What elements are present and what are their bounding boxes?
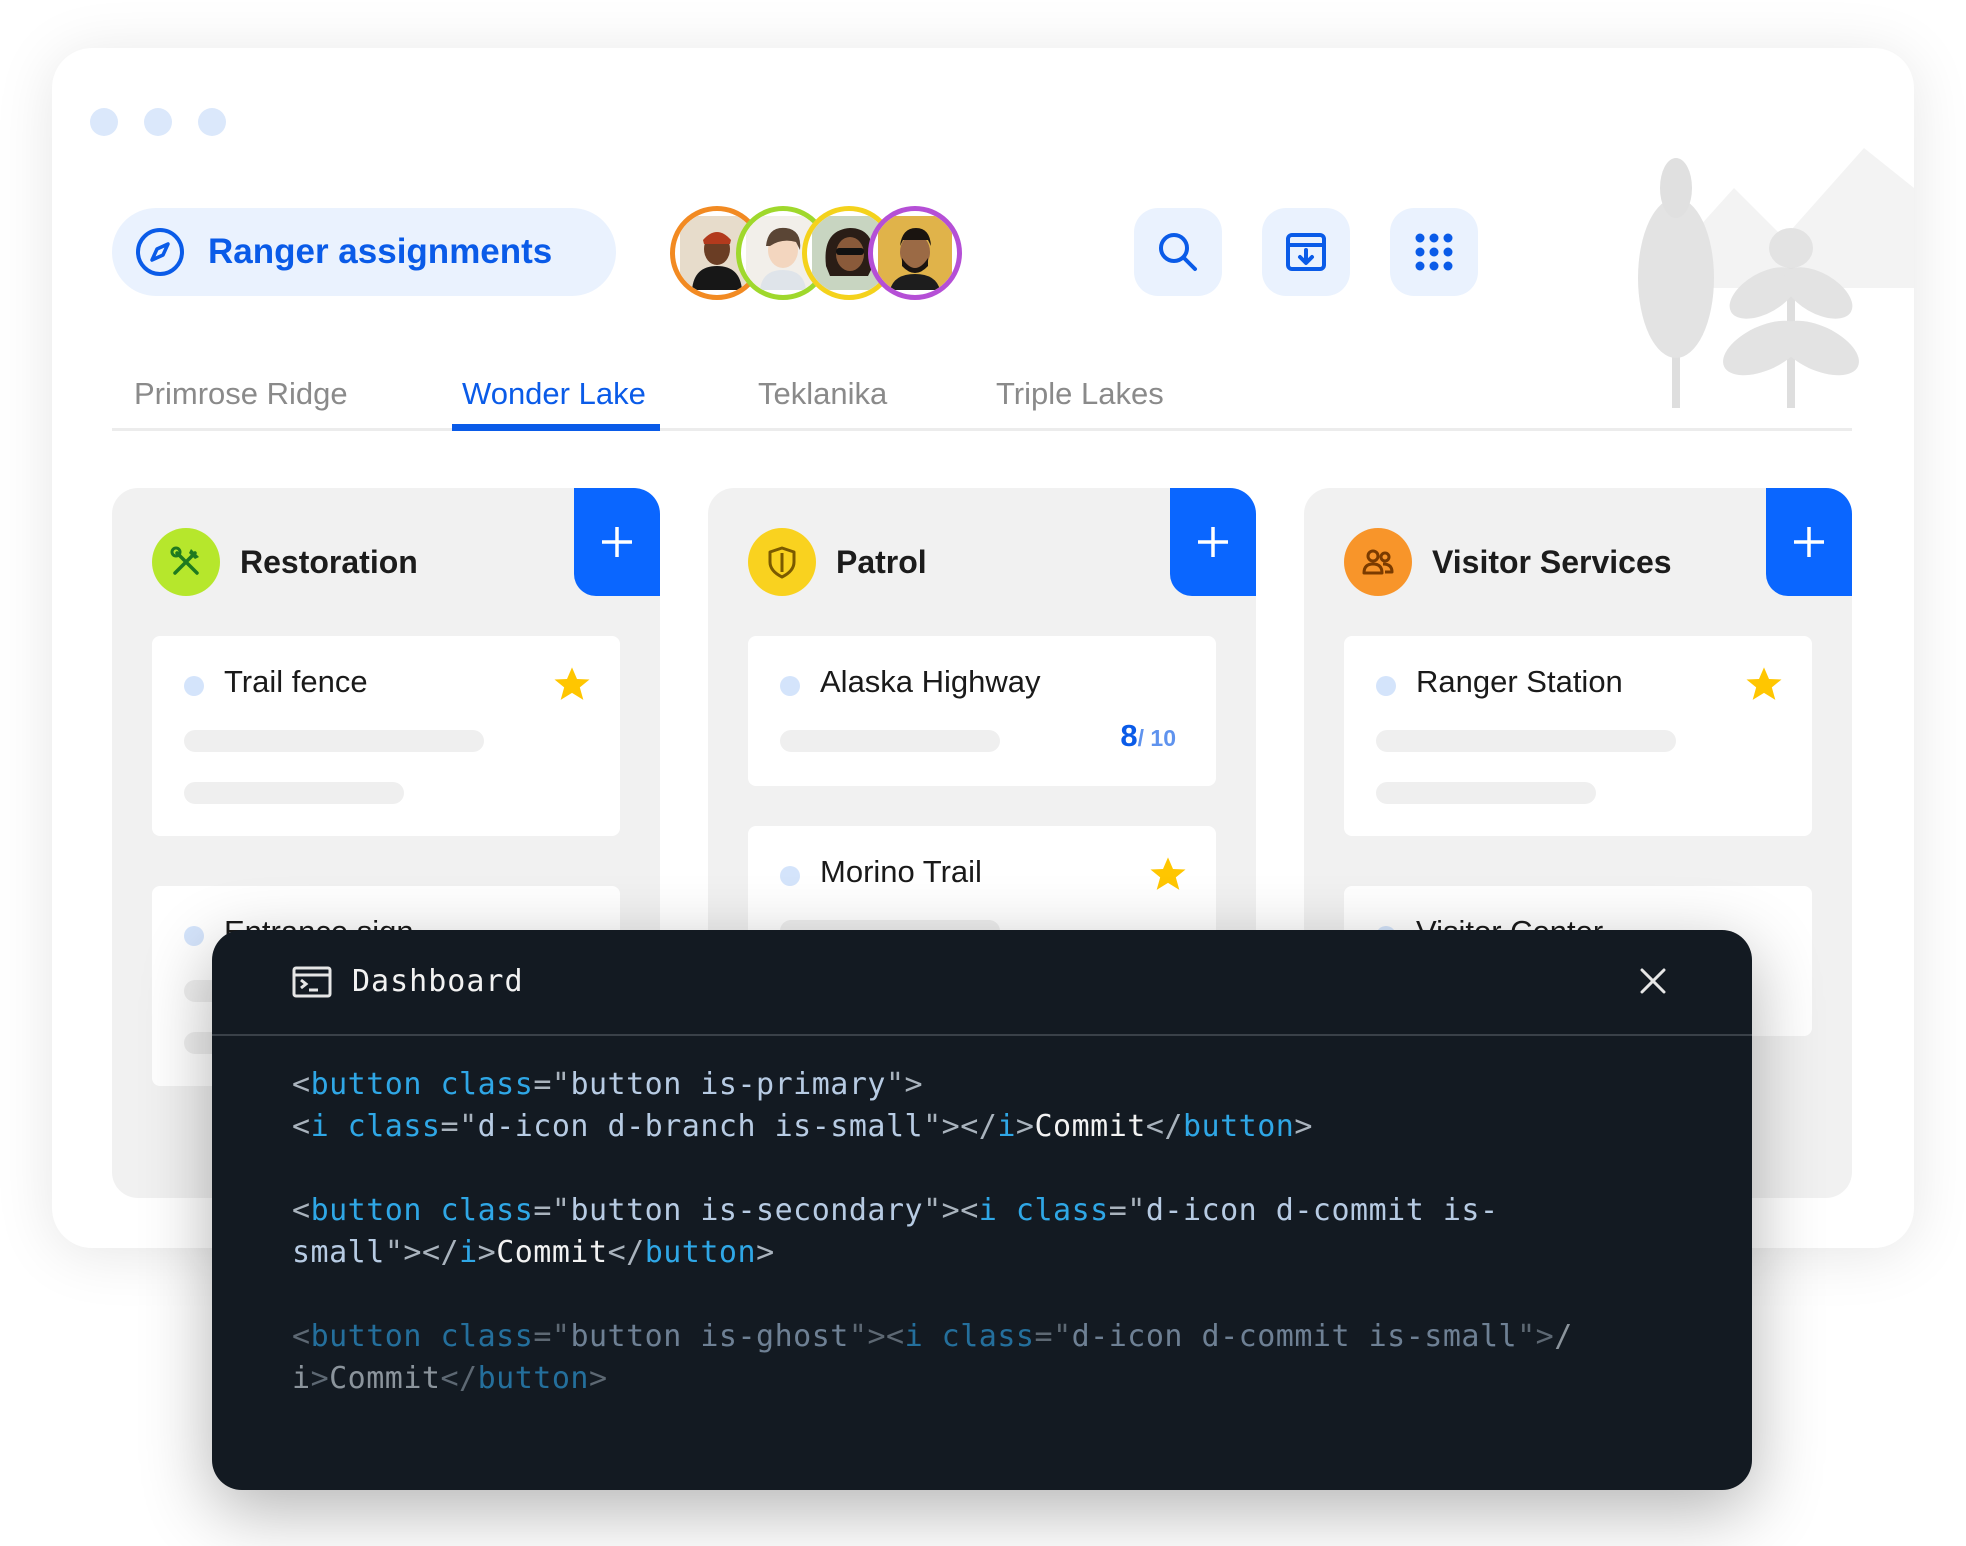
star-icon[interactable] <box>1744 664 1784 704</box>
avatar-group <box>670 206 962 300</box>
status-dot <box>780 866 800 886</box>
card-title: Morino Trail <box>820 854 982 889</box>
star-icon[interactable] <box>552 664 592 704</box>
compass-icon <box>136 228 184 276</box>
add-card-button[interactable] <box>574 488 660 596</box>
column-title: Patrol <box>836 544 927 580</box>
apps-button[interactable] <box>1390 208 1478 296</box>
add-card-button[interactable] <box>1170 488 1256 596</box>
people-icon <box>1344 528 1412 596</box>
window-dot-3 <box>198 108 226 136</box>
placeholder-line <box>184 782 404 804</box>
code-snippet-primary: <button class="button is-primary"> <i cl… <box>292 1067 1313 1144</box>
archive-button[interactable] <box>1262 208 1350 296</box>
avatar[interactable] <box>868 206 962 300</box>
active-tab-indicator <box>452 424 660 431</box>
tab-primrose-ridge[interactable]: Primrose Ridge <box>134 368 348 428</box>
plus-icon <box>602 527 632 557</box>
dashboard-title: Dashboard <box>352 964 524 999</box>
tab-wonder-lake[interactable]: Wonder Lake <box>462 368 646 428</box>
placeholder-line <box>1376 730 1676 752</box>
task-card[interactable]: Trail fence <box>152 636 620 836</box>
page-title: Ranger assignments <box>208 232 553 271</box>
code-snippet-secondary: <button class="button is-secondary"><i c… <box>292 1193 1499 1270</box>
placeholder-line <box>184 730 484 752</box>
placeholder-line <box>780 730 1000 752</box>
dashboard-header: Dashboard <box>212 930 1752 1036</box>
card-title: Alaska Highway <box>820 664 1041 699</box>
close-icon[interactable] <box>1638 966 1668 996</box>
status-dot <box>1376 676 1396 696</box>
window-dot-2 <box>144 108 172 136</box>
tab-triple-lakes[interactable]: Triple Lakes <box>996 368 1164 428</box>
column-title: Restoration <box>240 544 418 580</box>
apps-grid-icon <box>1415 233 1453 271</box>
plus-icon <box>1794 527 1824 557</box>
tab-teklanika[interactable]: Teklanika <box>758 368 887 428</box>
search-button[interactable] <box>1134 208 1222 296</box>
shield-icon <box>748 528 816 596</box>
search-icon <box>1159 233 1197 271</box>
task-card[interactable]: Alaska Highway 8/ 10 <box>748 636 1216 786</box>
tools-icon <box>152 528 220 596</box>
title-pill[interactable]: Ranger assignments <box>112 208 616 296</box>
star-icon[interactable] <box>1148 854 1188 894</box>
code-editor[interactable]: <button class="button is-primary"> <i cl… <box>292 1064 1692 1400</box>
archive-download-icon <box>1286 233 1326 271</box>
add-card-button[interactable] <box>1766 488 1852 596</box>
code-snippet-ghost: <button class="button is-ghost"><i class… <box>292 1319 1573 1396</box>
column-title: Visitor Services <box>1432 544 1672 580</box>
card-title: Ranger Station <box>1416 664 1623 699</box>
status-dot <box>184 676 204 696</box>
status-dot <box>184 926 204 946</box>
placeholder-line <box>1376 782 1596 804</box>
plus-icon <box>1198 527 1228 557</box>
terminal-icon <box>292 966 332 998</box>
dashboard-panel: Dashboard <button class="button is-prima… <box>212 930 1752 1490</box>
status-dot <box>780 676 800 696</box>
progress-count: 8/ 10 <box>1120 718 1176 753</box>
window-dot-1 <box>90 108 118 136</box>
tab-bar: Primrose Ridge Wonder Lake Teklanika Tri… <box>112 368 1852 431</box>
card-title: Trail fence <box>224 664 368 699</box>
task-card[interactable]: Ranger Station <box>1344 636 1812 836</box>
